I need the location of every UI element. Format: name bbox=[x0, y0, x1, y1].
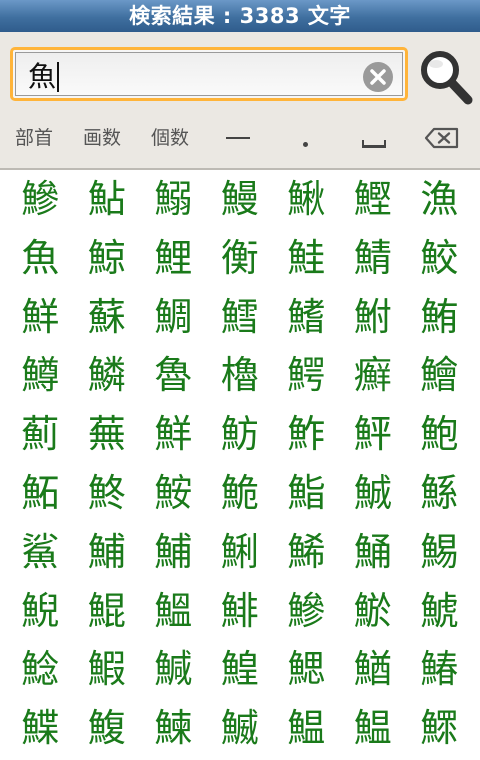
app-window: 検索結果 : 3383 文字 魚 部首 画数 個数 鰺 鮎 鰯 鰻 鰍 鰹 漁 … bbox=[0, 0, 480, 760]
kanji-result-item[interactable]: 鰻 bbox=[207, 170, 274, 229]
kanji-result-item[interactable]: 鯀 bbox=[406, 464, 473, 523]
kanji-result-item[interactable]: 鰯 bbox=[140, 170, 207, 229]
kanji-result-item[interactable]: 鰹 bbox=[340, 170, 407, 229]
kanji-result-item[interactable]: 薊 bbox=[7, 405, 74, 464]
kanji-result-item[interactable]: 鯆 bbox=[74, 523, 141, 582]
kanji-result-item[interactable]: 鱠 bbox=[406, 346, 473, 405]
kanji-result-item[interactable]: 鯰 bbox=[7, 640, 74, 699]
kanji-result-item[interactable]: 鮟 bbox=[140, 464, 207, 523]
magnifier-icon bbox=[421, 51, 473, 105]
kanji-result-item[interactable]: 鮖 bbox=[7, 464, 74, 523]
results-list: 鰺鮎鰯鰻鰍鰹漁魚鯨鯉衡鮭鯖鮫鮮蘇鯛鱈鰭鮒鮪鱒鱗魯櫓鰐癬鱠薊蕪鮮魴鮓鮃鮑鮖鮗鮟鮠鮨… bbox=[0, 170, 480, 760]
kanji-result-item[interactable]: 鯲 bbox=[340, 582, 407, 641]
filter-radical-button[interactable]: 部首 bbox=[8, 118, 60, 158]
filter-count-button[interactable]: 個数 bbox=[144, 118, 196, 158]
kanji-result-item[interactable]: 櫓 bbox=[207, 346, 274, 405]
title-bar: 検索結果 : 3383 文字 bbox=[0, 0, 480, 32]
kanji-result-item[interactable]: 鮗 bbox=[74, 464, 141, 523]
kanji-result-item[interactable]: 鮫 bbox=[406, 229, 473, 288]
text-caret bbox=[57, 62, 60, 92]
filter-row: 部首 画数 個数 bbox=[0, 118, 480, 158]
kanji-result-item[interactable]: 鯒 bbox=[340, 523, 407, 582]
space-bar-right bbox=[384, 140, 386, 148]
kanji-result-item[interactable]: 鯨 bbox=[74, 229, 141, 288]
kanji-result-item[interactable]: 鰍 bbox=[273, 170, 340, 229]
kanji-result-item[interactable]: 鮮 bbox=[140, 405, 207, 464]
kanji-result-item[interactable]: 蕪 bbox=[74, 405, 141, 464]
kanji-result-item[interactable]: 鮠 bbox=[207, 464, 274, 523]
kanji-result-item[interactable]: 鰥 bbox=[406, 699, 473, 758]
page-title: 検索結果 : 3383 文字 bbox=[129, 4, 351, 28]
search-area: 魚 部首 画数 個数 bbox=[0, 32, 480, 170]
kanji-result-item[interactable]: 鯣 bbox=[406, 523, 473, 582]
kanji-result-item[interactable]: 鱒 bbox=[7, 346, 74, 405]
kanji-result-item[interactable]: 鮑 bbox=[406, 405, 473, 464]
dot-icon[interactable] bbox=[292, 118, 320, 158]
kanji-result-item[interactable]: 鯛 bbox=[140, 288, 207, 347]
space-bar-icon[interactable] bbox=[357, 118, 391, 158]
kanji-result-item[interactable]: 鯤 bbox=[74, 582, 141, 641]
clear-icon[interactable] bbox=[363, 62, 393, 92]
search-input-text[interactable]: 魚 bbox=[28, 59, 60, 95]
horizontal-bar-icon[interactable] bbox=[222, 118, 254, 158]
horizontal-bar-stroke bbox=[226, 137, 250, 139]
search-input[interactable]: 魚 bbox=[10, 47, 408, 101]
kanji-result-item[interactable]: 魚 bbox=[7, 229, 74, 288]
kanji-result-item[interactable]: 鯉 bbox=[140, 229, 207, 288]
kanji-grid: 鰺鮎鰯鰻鰍鰹漁魚鯨鯉衡鮭鯖鮫鮮蘇鯛鱈鰭鮒鮪鱒鱗魯櫓鰐癬鱠薊蕪鮮魴鮓鮃鮑鮖鮗鮟鮠鮨… bbox=[0, 170, 480, 758]
kanji-result-item[interactable]: 鮃 bbox=[340, 405, 407, 464]
kanji-result-item[interactable]: 鰮 bbox=[140, 582, 207, 641]
kanji-result-item[interactable]: 鰆 bbox=[406, 640, 473, 699]
kanji-result-item[interactable]: 鯆 bbox=[140, 523, 207, 582]
kanji-result-item[interactable]: 鮒 bbox=[340, 288, 407, 347]
filter-strokes-button[interactable]: 画数 bbox=[76, 118, 128, 158]
kanji-result-item[interactable]: 鰛 bbox=[273, 699, 340, 758]
kanji-result-item[interactable]: 鰊 bbox=[140, 699, 207, 758]
backspace-icon[interactable] bbox=[424, 126, 460, 150]
kanji-result-item[interactable]: 鰄 bbox=[207, 699, 274, 758]
space-bar-left bbox=[362, 140, 364, 148]
kanji-result-item[interactable]: 鰌 bbox=[340, 640, 407, 699]
kanji-result-item[interactable]: 鮭 bbox=[273, 229, 340, 288]
kanji-result-item[interactable]: 鯖 bbox=[340, 229, 407, 288]
kanji-result-item[interactable]: 蘇 bbox=[74, 288, 141, 347]
kanji-result-item[interactable]: 鯎 bbox=[340, 464, 407, 523]
kanji-result-item[interactable]: 鯡 bbox=[207, 582, 274, 641]
kanji-result-item[interactable]: 鰭 bbox=[273, 288, 340, 347]
dot-mark bbox=[303, 142, 308, 147]
kanji-result-item[interactable]: 癬 bbox=[340, 346, 407, 405]
search-button[interactable] bbox=[418, 48, 476, 108]
kanji-result-item[interactable]: 鮮 bbox=[7, 288, 74, 347]
kanji-result-item[interactable]: 鯏 bbox=[207, 523, 274, 582]
kanji-result-item[interactable]: 鱗 bbox=[74, 346, 141, 405]
kanji-result-item[interactable]: 鮎 bbox=[74, 170, 141, 229]
kanji-result-item[interactable]: 鰈 bbox=[7, 699, 74, 758]
kanji-result-item[interactable]: 鰺 bbox=[7, 170, 74, 229]
kanji-result-item[interactable]: 鯱 bbox=[406, 582, 473, 641]
kanji-result-item[interactable]: 衡 bbox=[207, 229, 274, 288]
kanji-result-item[interactable]: 魯 bbox=[140, 346, 207, 405]
kanji-result-item[interactable]: 鰒 bbox=[74, 699, 141, 758]
search-value: 魚 bbox=[28, 60, 57, 93]
kanji-result-item[interactable]: 鮪 bbox=[406, 288, 473, 347]
kanji-result-item[interactable]: 鯊 bbox=[7, 523, 74, 582]
kanji-result-item[interactable]: 鰺 bbox=[273, 582, 340, 641]
space-bar-base bbox=[362, 145, 386, 148]
kanji-result-item[interactable]: 鰕 bbox=[74, 640, 141, 699]
kanji-result-item[interactable]: 鱈 bbox=[207, 288, 274, 347]
kanji-result-item[interactable]: 鯑 bbox=[273, 523, 340, 582]
kanji-result-item[interactable]: 魴 bbox=[207, 405, 274, 464]
kanji-result-item[interactable]: 漁 bbox=[406, 170, 473, 229]
kanji-result-item[interactable]: 鮨 bbox=[273, 464, 340, 523]
search-input-field[interactable]: 魚 bbox=[15, 52, 403, 96]
kanji-result-item[interactable]: 鰓 bbox=[273, 640, 340, 699]
kanji-result-item[interactable]: 鯢 bbox=[7, 582, 74, 641]
kanji-result-item[interactable]: 鰐 bbox=[273, 346, 340, 405]
kanji-result-item[interactable]: 鰛 bbox=[340, 699, 407, 758]
kanji-result-item[interactable]: 鰔 bbox=[140, 640, 207, 699]
kanji-result-item[interactable]: 鮓 bbox=[273, 405, 340, 464]
kanji-result-item[interactable]: 鰉 bbox=[207, 640, 274, 699]
